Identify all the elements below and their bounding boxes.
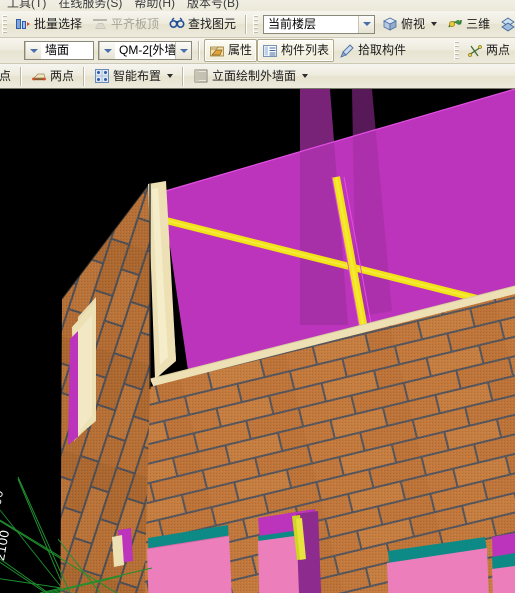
toolbar-separator-4 [83,66,86,86]
chevron-down-icon[interactable] [431,22,438,26]
batch-select-icon [15,16,31,32]
toolbar-separator-2 [198,41,200,60]
toolbar-separator-5 [182,66,185,86]
chevron-down-icon[interactable] [25,42,41,59]
clipped-point-button[interactable]: 点 [0,65,16,88]
top-view-label: 俯视 [401,16,426,31]
two-point-line-label: 两点 [50,68,75,83]
align-slab-top-label: 平齐板顶 [111,16,160,31]
pick-member-label: 拾取构件 [358,43,407,57]
elevation-draw-wall-label: 立面绘制外墙面 [212,68,297,83]
smart-layout-icon [94,68,110,84]
batch-select-button[interactable]: 批量选择 [10,13,87,36]
local-three-d-button[interactable]: 局部三维 [495,13,515,36]
toolbar-separator-3 [20,66,23,86]
pick-member-button[interactable]: 拾取构件 [334,39,411,62]
two-point-line-icon [31,68,47,84]
top-view-cube-icon [382,16,398,32]
3d-icon [447,16,463,32]
three-d-button[interactable]: 三维 [442,13,495,36]
find-element-button[interactable]: 查找图元 [164,13,241,36]
toolbar-row-3: 点 两点 智能布置 立面绘制外墙面 [0,64,515,89]
menu-item-help[interactable]: 帮助(H) [129,0,182,11]
find-element-label: 查找图元 [188,16,237,31]
toolbar-grip-2[interactable] [253,14,259,34]
window-panel-2 [258,509,322,593]
properties-label: 属性 [228,43,253,57]
chevron-down-icon[interactable] [302,74,309,78]
batch-select-label: 批量选择 [34,16,83,31]
member-list-button[interactable]: 构件列表 [257,39,335,62]
elevation-draw-wall-icon [193,68,209,84]
chevron-down-icon[interactable] [358,15,375,33]
member-list-icon [262,43,278,59]
two-point-label-right: 两点 [485,43,510,57]
two-point-button-right[interactable]: 两点 [462,39,515,62]
three-d-label: 三维 [466,16,491,31]
two-point-line-button[interactable]: 两点 [26,65,79,88]
toolbar-grip[interactable] [2,14,7,34]
menu-bar: 工具(T) 在线服务(S) 帮助(H) 版本号(B) [0,0,515,11]
chevron-down-icon[interactable] [167,74,174,78]
toolbar-row-2: 墙面 QM-2[外墙 属性 构件列表 拾取构件 两点 [0,38,515,64]
three-d-scene [0,89,515,593]
member-value: QM-2[外墙 [119,43,175,57]
category-value: 墙面 [45,43,70,57]
toolbar-separator [245,14,248,34]
two-point-icon [467,43,483,59]
top-view-button[interactable]: 俯视 [377,13,442,36]
small-cream-detail [112,535,124,567]
chevron-down-icon[interactable] [99,42,115,59]
menu-item-online-service[interactable]: 在线服务(S) [53,0,129,11]
category-combo[interactable]: 墙面 [24,41,94,60]
smart-layout-label: 智能布置 [113,68,162,83]
chevron-down-icon-2[interactable] [175,42,191,59]
member-list-label: 构件列表 [281,43,330,57]
local-3d-icon [500,16,515,32]
align-slab-top-button[interactable]: 平齐板顶 [87,13,164,36]
properties-icon [209,43,225,59]
current-floor-combo[interactable]: 当前楼层 [263,14,376,34]
smart-layout-button[interactable]: 智能布置 [89,65,178,88]
find-element-icon [169,16,185,32]
pick-member-icon [339,43,355,59]
menu-item-tools[interactable]: 工具(T) [2,0,53,11]
toolbar-grip-3[interactable] [453,41,459,60]
application-window: 工具(T) 在线服务(S) 帮助(H) 版本号(B) 批量选择 平齐板顶 查找图… [0,0,515,593]
toolbar-row-1: 批量选择 平齐板顶 查找图元 当前楼层 俯视 三维 [0,11,515,38]
clipped-point-label: 点 [0,68,12,83]
align-slab-top-icon [92,16,108,32]
properties-button[interactable]: 属性 [204,39,258,62]
elevation-draw-wall-button[interactable]: 立面绘制外墙面 [188,65,313,88]
current-floor-value: 当前楼层 [268,16,317,31]
three-d-viewport[interactable]: 2100 1500 [0,89,515,593]
menu-item-version[interactable]: 版本号(B) [182,0,246,11]
member-combo[interactable]: QM-2[外墙 [98,41,192,60]
